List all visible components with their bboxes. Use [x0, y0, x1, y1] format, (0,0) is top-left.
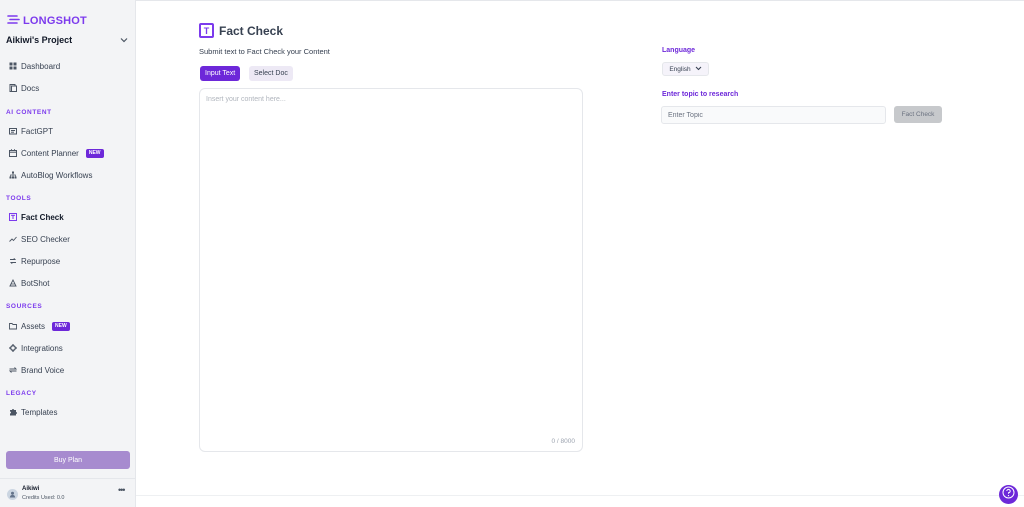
top-divider [136, 0, 1024, 1]
sidebar-item-autoblog-workflows[interactable]: AutoBlog Workflows [8, 169, 92, 181]
project-switcher[interactable]: Aikiwi's Project [6, 35, 128, 45]
character-count: 0 / 8000 [551, 438, 576, 445]
sidebar-item-factgpt[interactable]: FactGPT [8, 125, 53, 137]
sidebar-item-fact-check[interactable]: Fact Check [8, 211, 64, 223]
help-button[interactable] [999, 485, 1018, 504]
tab-select-doc[interactable]: Select Doc [249, 66, 293, 81]
factgpt-icon [8, 127, 17, 136]
sidebar-item-label: Docs [21, 83, 40, 93]
gear-icon [8, 344, 17, 353]
help-icon [1002, 486, 1015, 504]
sidebar-item-label: Brand Voice [21, 365, 65, 375]
sidebar-item-templates[interactable]: Templates [8, 406, 57, 418]
sidebar-item-label: AutoBlog Workflows [21, 170, 93, 180]
sidebar-item-seo-checker[interactable]: SEO Checker [8, 233, 70, 245]
new-badge: NEW [52, 321, 70, 331]
sidebar-item-label: Repurpose [21, 256, 61, 266]
credits-used: Credits Used: 0.0 [22, 495, 65, 501]
sidebar-item-label: Integrations [21, 343, 63, 353]
sidebar-item-label: Fact Check [21, 212, 64, 222]
section-label-legacy: LEGACY [6, 390, 37, 397]
calendar-icon [8, 149, 17, 158]
page-header: T Fact Check [199, 23, 283, 38]
sidebar-item-dashboard[interactable]: Dashboard [8, 60, 60, 72]
sidebar-item-content-planner[interactable]: Content Planner NEW [8, 147, 104, 159]
sidebar-item-brand-voice[interactable]: Brand Voice [8, 364, 64, 376]
topic-input[interactable] [661, 106, 886, 124]
brand-name: LONGSHOT [23, 15, 87, 27]
user-name: Aikiwi [22, 486, 40, 492]
buy-plan-button[interactable]: Buy Plan [6, 451, 130, 469]
language-select[interactable]: English [662, 62, 709, 76]
workflow-icon [8, 171, 17, 180]
chevron-down-icon [120, 36, 128, 45]
avatar [7, 489, 18, 500]
fact-check-title-icon: T [199, 23, 214, 38]
section-label-ai-content: AI CONTENT [6, 109, 52, 116]
sidebar-item-repurpose[interactable]: Repurpose [8, 255, 60, 267]
docs-icon [8, 84, 17, 93]
page-subtitle: Submit text to Fact Check your Content [199, 47, 330, 56]
logo-icon [7, 12, 20, 30]
sidebar-item-label: Assets [21, 321, 46, 331]
project-name: Aikiwi's Project [6, 35, 73, 45]
swap-icon [8, 366, 17, 375]
fact-check-icon [8, 213, 17, 222]
more-options-icon[interactable]: ••• [118, 485, 126, 495]
trending-icon [8, 235, 17, 244]
topic-label: Enter topic to research [662, 91, 739, 98]
bottom-divider [136, 495, 1024, 496]
sidebar-item-label: Content Planner [21, 148, 79, 158]
language-value: English [669, 65, 691, 73]
sidebar-item-label: FactGPT [21, 126, 54, 136]
chevron-down-icon [695, 66, 702, 73]
repurpose-icon [8, 257, 17, 266]
content-placeholder: Insert your content here... [206, 96, 286, 103]
puzzle-icon [8, 408, 17, 417]
page-title: Fact Check [219, 23, 284, 38]
dashboard-icon [8, 62, 17, 71]
sidebar-item-label: BotShot [21, 278, 50, 288]
sidebar-item-integrations[interactable]: Integrations [8, 342, 63, 354]
language-label: Language [662, 47, 696, 54]
sidebar: LONGSHOT Aikiwi's Project Dashboard Docs… [0, 0, 136, 507]
sidebar-item-label: SEO Checker [21, 234, 70, 244]
sidebar-item-botshot[interactable]: BotShot [8, 277, 49, 289]
content-textarea[interactable]: Insert your content here... 0 / 8000 [199, 88, 583, 452]
fact-check-button[interactable]: Fact Check [894, 106, 942, 123]
user-profile[interactable]: Aikiwi Credits Used: 0.0 ••• [0, 478, 136, 507]
brand-logo[interactable]: LONGSHOT [7, 12, 87, 30]
sidebar-item-label: Dashboard [21, 61, 61, 71]
bot-icon [8, 279, 17, 288]
sidebar-item-label: Templates [21, 407, 58, 417]
sidebar-item-docs[interactable]: Docs [8, 82, 39, 94]
section-label-sources: SOURCES [6, 303, 43, 310]
new-badge: NEW [85, 148, 104, 158]
tab-input-text[interactable]: Input Text [200, 66, 241, 81]
section-label-tools: TOOLS [6, 195, 32, 202]
sidebar-item-assets[interactable]: Assets NEW [8, 320, 70, 332]
folder-icon [8, 322, 17, 331]
